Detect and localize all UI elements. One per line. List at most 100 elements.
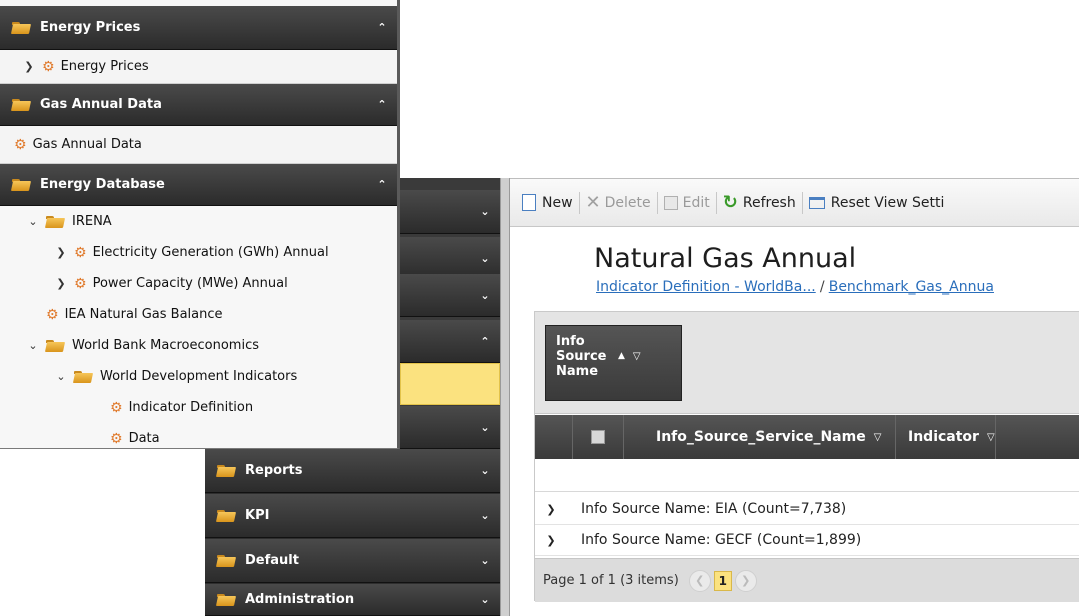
filter-icon[interactable]: ▽ bbox=[874, 432, 882, 443]
delete-button[interactable]: ✕ Delete bbox=[580, 179, 657, 226]
pager: Page 1 of 1 (3 items) ❮ 1 ❯ bbox=[535, 558, 1079, 602]
nav-section-label: Default bbox=[245, 553, 299, 568]
collapse-icon[interactable]: ⌄ bbox=[26, 339, 40, 352]
tree-item-energy-prices[interactable]: ❯ ⚙ Energy Prices bbox=[0, 50, 397, 84]
grid-header-row: Info_Source_Service_Name ▽ Indicator ▽ bbox=[535, 415, 1079, 459]
group-row-label: Info Source Name: GECF (Count=1,899) bbox=[581, 532, 862, 548]
collapse-icon[interactable]: ⌄ bbox=[26, 215, 40, 228]
column-header-info-source-service-name[interactable]: Info_Source_Service_Name ▽ bbox=[624, 415, 896, 459]
prev-page-button[interactable]: ❮ bbox=[688, 569, 711, 592]
folder-icon bbox=[217, 464, 235, 477]
current-page-button[interactable]: 1 bbox=[713, 570, 732, 591]
back-nav-header-3[interactable]: ⌄ bbox=[400, 274, 500, 317]
folder-icon bbox=[46, 339, 64, 352]
nav-section-gas-annual-data[interactable]: Gas Annual Data ⌃ bbox=[0, 84, 397, 126]
edit-button[interactable]: Edit bbox=[658, 179, 716, 226]
chevron-down-icon: ⌄ bbox=[480, 205, 490, 218]
chevron-down-icon: ⌄ bbox=[480, 288, 490, 302]
breadcrumb-link-indicator-definition[interactable]: Indicator Definition - WorldBa... bbox=[596, 279, 816, 295]
next-page-button[interactable]: ❯ bbox=[734, 569, 757, 592]
toolbar: New ✕ Delete Edit ↻ Refresh Reset View S… bbox=[510, 179, 1079, 227]
tree-item-electricity-generation[interactable]: ❯ ⚙ Electricity Generation (GWh) Annual bbox=[0, 237, 397, 268]
back-nav-header-4[interactable]: ⌃ bbox=[400, 320, 500, 363]
expand-icon[interactable]: ❯ bbox=[535, 503, 567, 516]
tree-item-label: Electricity Generation (GWh) Annual bbox=[92, 245, 329, 260]
tree-item-indicator-definition[interactable]: ⚙ Indicator Definition bbox=[0, 392, 397, 423]
group-row-label: Info Source Name: EIA (Count=7,738) bbox=[581, 501, 847, 517]
column-header-indicator[interactable]: Indicator ▽ bbox=[896, 415, 996, 459]
filter-row[interactable] bbox=[535, 459, 1079, 492]
expand-icon[interactable]: ❯ bbox=[54, 246, 68, 259]
splitter[interactable] bbox=[500, 178, 510, 616]
filter-icon: ▽ bbox=[632, 351, 641, 362]
refresh-button-label: Refresh bbox=[742, 194, 796, 211]
refresh-button[interactable]: ↻ Refresh bbox=[717, 179, 802, 226]
gear-icon: ⚙ bbox=[46, 306, 59, 323]
select-all-cell bbox=[573, 415, 624, 459]
gear-icon: ⚙ bbox=[74, 244, 87, 261]
new-button[interactable]: New bbox=[516, 179, 579, 226]
energy-database-tree: ⌄ IRENA ❯ ⚙ Electricity Generation (GWh)… bbox=[0, 206, 397, 448]
collapse-icon[interactable]: ⌄ bbox=[54, 370, 68, 383]
nav-section-reports[interactable]: Reports ⌄ bbox=[205, 449, 500, 493]
nav-section-kpi[interactable]: KPI ⌄ bbox=[205, 494, 500, 538]
tree-item-label: World Development Indicators bbox=[100, 369, 298, 384]
filter-icon[interactable]: ▽ bbox=[987, 432, 995, 443]
tree-item-label: Indicator Definition bbox=[128, 400, 254, 415]
tree-item-world-development-indicators[interactable]: ⌄ World Development Indicators bbox=[0, 361, 397, 392]
selected-nav-item[interactable] bbox=[400, 363, 500, 405]
group-indent-cell bbox=[535, 415, 573, 459]
chevron-down-icon: ⌄ bbox=[480, 251, 490, 265]
nav-section-administration[interactable]: Administration ⌄ bbox=[205, 584, 500, 616]
chevron-down-icon: ⌄ bbox=[480, 509, 490, 522]
grid: Info Source Name ▲ ▽ Info_Source_Service… bbox=[534, 311, 1079, 602]
tree-item-label: World Bank Macroeconomics bbox=[72, 338, 260, 353]
tree-item-label: Energy Prices bbox=[60, 59, 149, 74]
group-panel: Info Source Name ▲ ▽ bbox=[535, 312, 1079, 414]
back-nav-header-5[interactable]: ⌄ bbox=[400, 406, 500, 449]
nav-section-label: Reports bbox=[245, 463, 303, 478]
tree-item-label: Gas Annual Data bbox=[32, 137, 142, 152]
select-all-checkbox[interactable] bbox=[591, 430, 605, 444]
nav-section-label: Administration bbox=[245, 592, 355, 607]
chevron-down-icon: ⌄ bbox=[480, 420, 490, 434]
expand-icon[interactable]: ❯ bbox=[535, 534, 567, 547]
main-content: New ✕ Delete Edit ↻ Refresh Reset View S… bbox=[510, 178, 1079, 616]
chevron-up-icon: ⌃ bbox=[377, 21, 387, 34]
edit-button-label: Edit bbox=[682, 194, 710, 211]
tree-item-world-bank-macroeconomics[interactable]: ⌄ World Bank Macroeconomics bbox=[0, 330, 397, 361]
tree-item-iea-natural-gas-balance[interactable]: ⚙ IEA Natural Gas Balance bbox=[0, 299, 397, 330]
group-row-eia[interactable]: ❯ Info Source Name: EIA (Count=7,738) bbox=[535, 494, 1079, 525]
group-row-gecf[interactable]: ❯ Info Source Name: GECF (Count=1,899) bbox=[535, 525, 1079, 556]
chevron-down-icon: ⌄ bbox=[480, 554, 490, 567]
breadcrumb-link-benchmark[interactable]: Benchmark_Gas_Annua bbox=[829, 279, 994, 295]
reset-view-settings-label: Reset View Setti bbox=[830, 194, 945, 211]
nav-section-title: Gas Annual Data bbox=[40, 97, 162, 112]
edit-icon bbox=[663, 195, 678, 210]
tree-item-label: Power Capacity (MWe) Annual bbox=[92, 276, 288, 291]
sort-ascending-icon: ▲ bbox=[618, 351, 625, 361]
reset-view-icon bbox=[808, 196, 825, 209]
tree-item-label: IEA Natural Gas Balance bbox=[64, 307, 223, 322]
tree-item-power-capacity[interactable]: ❯ ⚙ Power Capacity (MWe) Annual bbox=[0, 268, 397, 299]
nav-section-default[interactable]: Default ⌄ bbox=[205, 539, 500, 583]
breadcrumb-separator: / bbox=[819, 279, 825, 295]
tree-item-irena[interactable]: ⌄ IRENA bbox=[0, 206, 397, 237]
reset-view-settings-button[interactable]: Reset View Setti bbox=[803, 179, 951, 226]
tree-item-gas-annual-data[interactable]: ⚙ Gas Annual Data bbox=[0, 126, 397, 164]
nav-section-energy-database[interactable]: Energy Database ⌃ bbox=[0, 164, 397, 206]
folder-icon bbox=[74, 370, 92, 383]
new-button-label: New bbox=[542, 194, 573, 211]
expand-icon[interactable]: ❯ bbox=[22, 60, 36, 73]
back-nav-header-1[interactable]: ⌄ bbox=[400, 190, 500, 234]
nav-section-energy-prices[interactable]: Energy Prices ⌃ bbox=[0, 6, 397, 50]
tree-item-data[interactable]: ⚙ Data bbox=[0, 423, 397, 448]
refresh-icon: ↻ bbox=[722, 192, 738, 213]
nav-section-title: Energy Database bbox=[40, 177, 165, 192]
folder-icon bbox=[12, 98, 30, 111]
group-chip-info-source-name[interactable]: Info Source Name ▲ ▽ bbox=[545, 325, 682, 401]
tree-item-label: IRENA bbox=[72, 214, 112, 229]
column-header-label: Info_Source_Service_Name bbox=[656, 429, 866, 445]
expand-icon[interactable]: ❯ bbox=[54, 277, 68, 290]
breadcrumb: Indicator Definition - WorldBa... / Benc… bbox=[596, 279, 994, 295]
